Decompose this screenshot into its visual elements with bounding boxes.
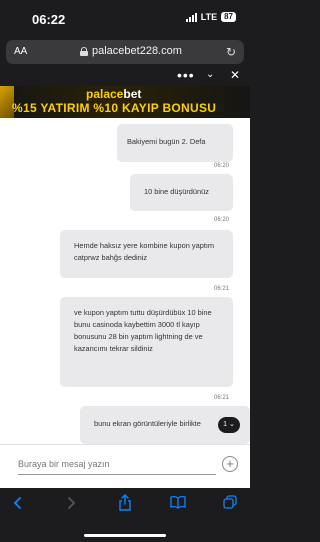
status-indicators: LTE 87: [185, 12, 236, 22]
chat-header: ••• ⌄ ✕: [0, 68, 250, 86]
close-icon[interactable]: ✕: [230, 68, 240, 82]
message-time: 06:21: [214, 395, 230, 401]
more-icon[interactable]: •••: [177, 68, 195, 82]
lock-icon: [80, 47, 88, 56]
share-icon[interactable]: [118, 494, 132, 511]
minimize-icon[interactable]: ⌄: [206, 69, 214, 80]
add-icon[interactable]: +: [222, 456, 238, 472]
browser-toolbar: [0, 488, 250, 542]
signal-icon: [185, 12, 197, 22]
promo-text: %15 YATIRIM %10 KAYIP BONUSU: [12, 101, 217, 115]
message-time: 06:20: [214, 163, 230, 169]
message-time: 06:21: [214, 286, 230, 292]
brand-logo: palacebet: [86, 87, 142, 101]
message-composer: Buraya bir mesaj yazın +: [0, 444, 250, 488]
home-indicator: [84, 534, 166, 537]
message-input[interactable]: Buraya bir mesaj yazın: [18, 455, 216, 475]
message-bubble: 10 bine düşürdünüz: [130, 174, 233, 211]
promo-banner: palacebet %15 YATIRIM %10 KAYIP BONUSU: [0, 86, 250, 118]
chevron-down-icon: ⌄: [227, 421, 235, 428]
scroll-down-button[interactable]: 1 ⌄: [218, 417, 240, 433]
tabs-icon[interactable]: [223, 495, 237, 509]
network-type: LTE: [200, 12, 218, 22]
url-text[interactable]: palacebet228.com: [92, 45, 182, 57]
status-bar: 06:22 LTE 87: [0, 0, 250, 36]
address-bar[interactable]: AA palacebet228.com ↻: [6, 40, 244, 64]
message-bubble: ve kupon yaptım tuttu düşürdübüx 10 bine…: [60, 297, 233, 387]
message-time: 06:20: [214, 217, 230, 223]
reload-icon[interactable]: ↻: [226, 45, 236, 59]
reader-options-button[interactable]: AA: [14, 46, 27, 57]
battery-icon: 87: [221, 12, 236, 22]
message-bubble: Hemde haksız yere kombine kupon yaptım c…: [60, 230, 233, 278]
bookmarks-icon[interactable]: [170, 495, 186, 509]
back-icon[interactable]: [12, 496, 24, 510]
forward-icon[interactable]: [65, 496, 77, 510]
message-bubble: Bakiyemi bugün 2. Defa: [117, 124, 233, 162]
status-time: 06:22: [32, 12, 66, 27]
chat-messages[interactable]: Bakiyemi bugün 2. Defa 06:20 10 bine düş…: [0, 118, 250, 444]
